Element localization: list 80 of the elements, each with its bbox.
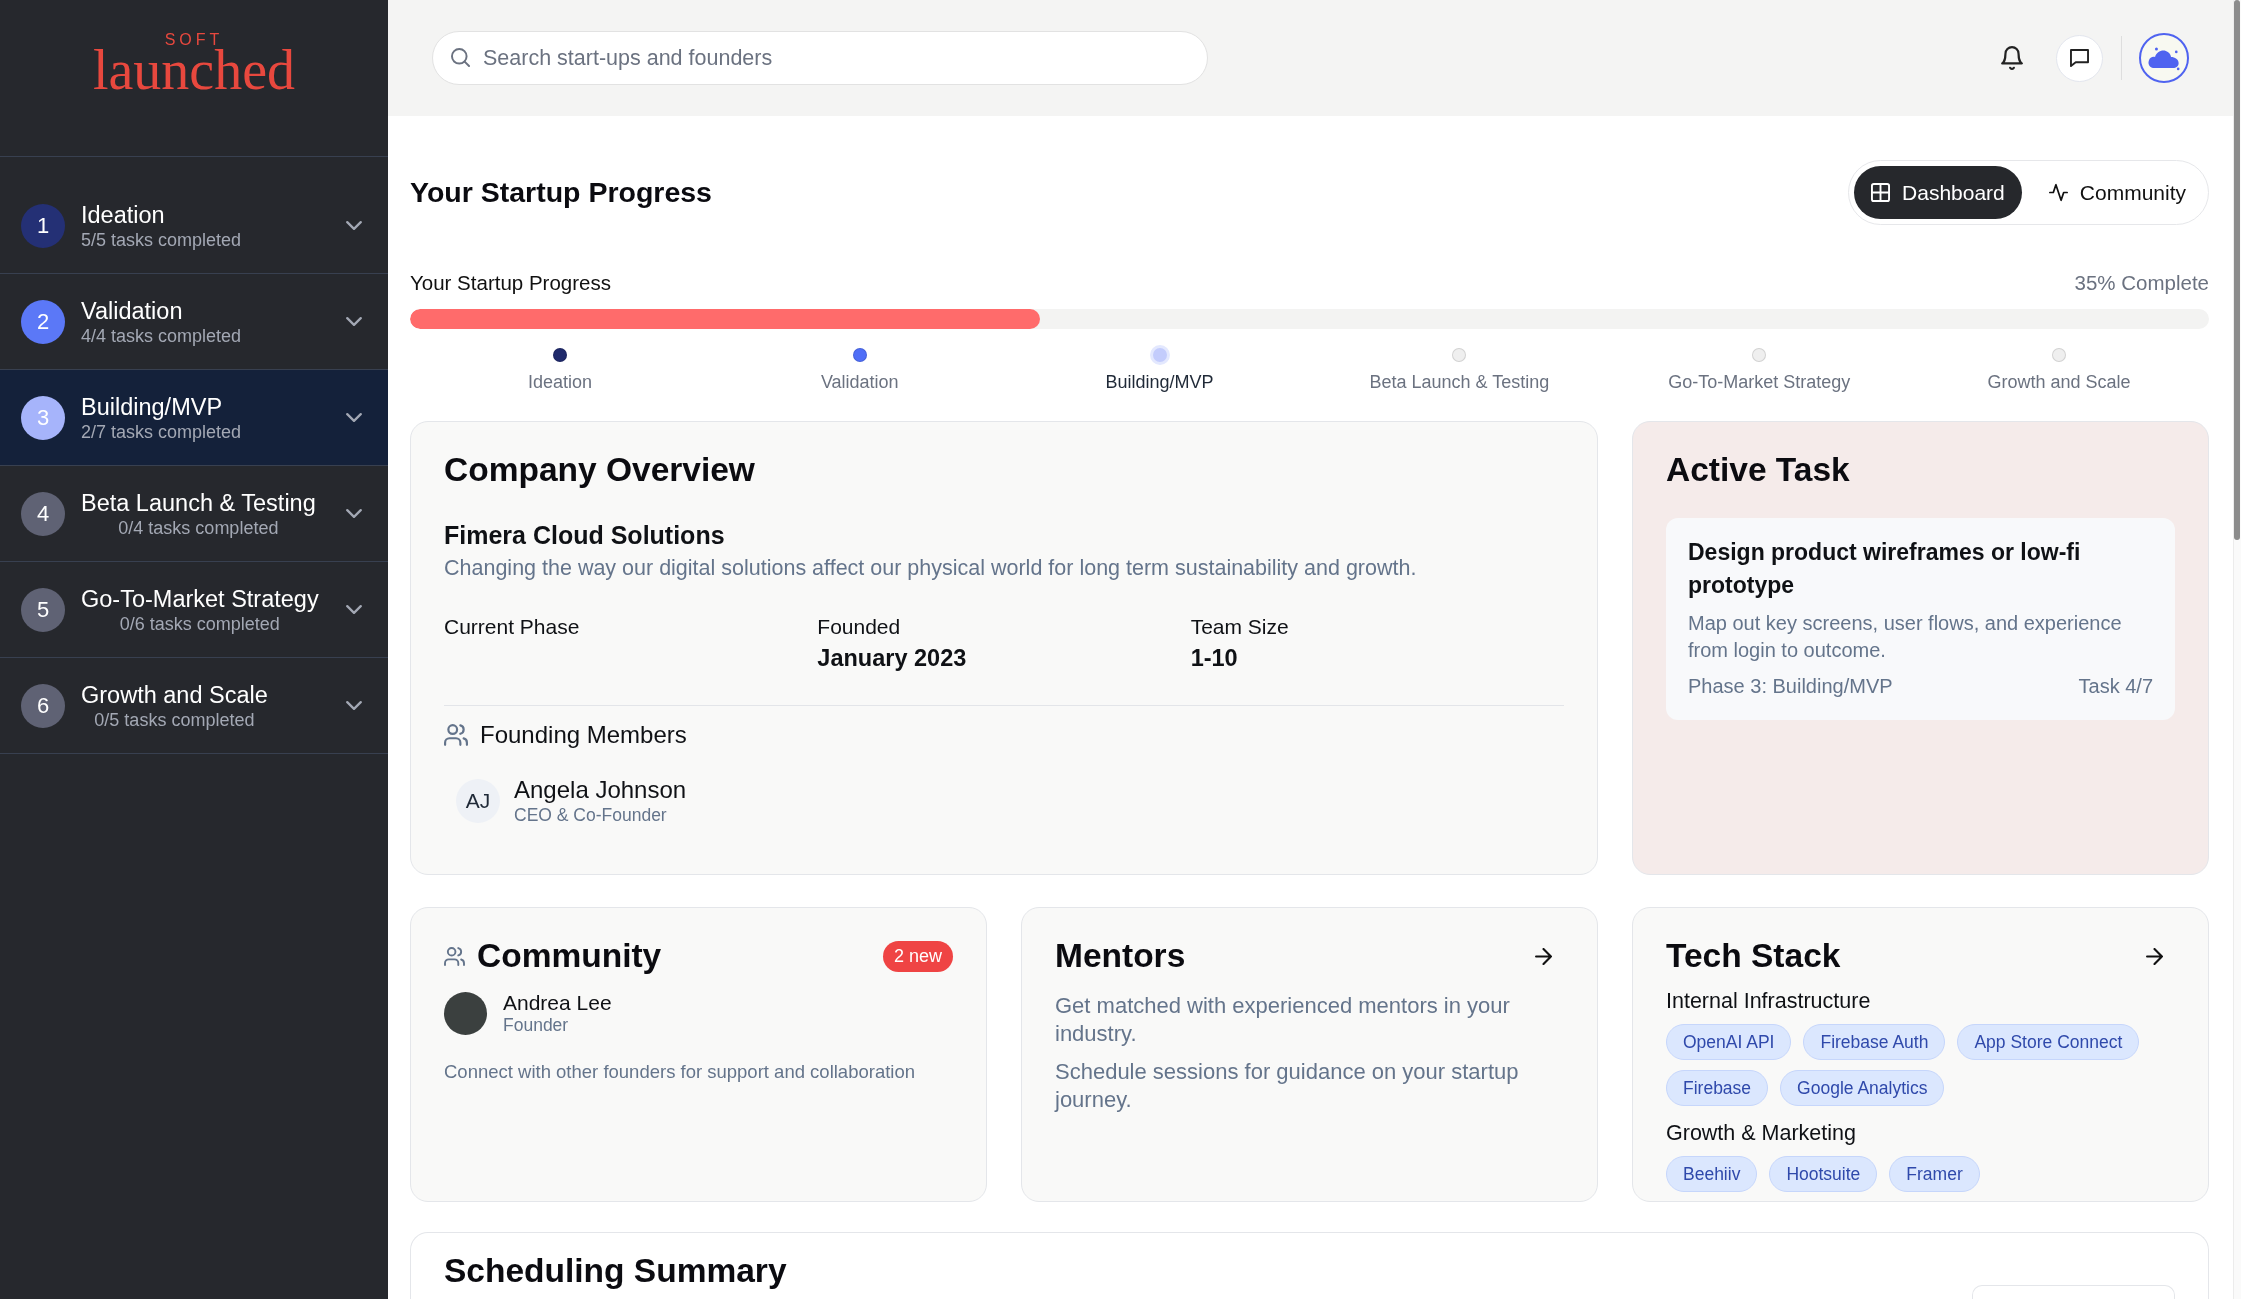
step-label: Building/MVP <box>1105 371 1214 393</box>
card-description: Get matched with experienced mentors in your industry. <box>1055 992 1511 1048</box>
tech-tag: Beehiiv <box>1666 1156 1758 1192</box>
tech-tag: Framer <box>1889 1156 1980 1192</box>
section-heading: Founding Members <box>480 720 687 749</box>
progress-label: Your Startup Progress <box>410 271 611 295</box>
card-title: Mentors <box>1055 936 1186 976</box>
task-position: Task 4/7 <box>2078 674 2153 698</box>
users-icon <box>444 946 465 966</box>
fact-label: Founded <box>817 614 902 640</box>
step-label: Go-To-Market Strategy <box>1668 371 1851 393</box>
search-icon <box>451 48 470 67</box>
chat-icon <box>2070 49 2089 67</box>
arrow-right-icon[interactable] <box>1535 947 1552 965</box>
group-heading: Growth & Marketing <box>1666 1120 1857 1146</box>
task-card[interactable]: Design product wireframes or low-fi prototype Map out key screens, user flows, and experience from login to outcome. Phase 3: Building/MVP Task 4/7 <box>1666 518 2175 720</box>
scrollbar-thumb[interactable] <box>2234 0 2240 540</box>
phase-number: 1 <box>21 203 65 248</box>
fact-label: Current Phase <box>444 614 581 640</box>
member-role: Founder <box>503 1015 570 1036</box>
member-role: CEO & Co-Founder <box>514 804 668 826</box>
initials-avatar: AJ <box>456 778 500 823</box>
messages-button[interactable] <box>2056 34 2103 82</box>
task-description: Map out key screens, user flows, and experience from login to outcome. <box>1688 611 2123 663</box>
phase-number: 3 <box>21 395 65 440</box>
card-title: Scheduling Summary <box>444 1251 787 1291</box>
tech-tag: OpenAI API <box>1666 1024 1792 1060</box>
chevron-down-icon[interactable] <box>346 509 362 518</box>
step-label: Ideation <box>527 371 592 393</box>
fact-label: Team Size <box>1190 614 1290 640</box>
group-heading: Internal Infrastructure <box>1666 988 1872 1014</box>
chevron-down-icon[interactable] <box>346 413 362 422</box>
logo-tagline: SOFT <box>164 32 224 48</box>
users-icon <box>444 723 468 746</box>
notification-badge: 2 new <box>882 940 953 972</box>
search-field[interactable]: Search start-ups and founders <box>432 31 1208 85</box>
step-label: Beta Launch & Testing <box>1369 371 1550 393</box>
member-name: Angela Johnson <box>514 775 687 804</box>
fact-value: 1-10 <box>1190 644 1239 673</box>
phase-number: 6 <box>21 683 65 728</box>
grid-icon <box>1871 183 1891 202</box>
view-tab[interactable]: Community <box>2031 166 2203 219</box>
tech-tag: Hootsuite <box>1769 1156 1878 1192</box>
cloud-logo-icon <box>2147 45 2181 71</box>
card-title: Active Task <box>1666 450 1851 490</box>
card-description: Connect with other founders for support and collaboration <box>444 1060 916 1084</box>
select-field[interactable] <box>1972 1285 2175 1299</box>
company-name: Fimera Cloud Solutions <box>444 520 726 550</box>
view-tab[interactable]: Dashboard <box>1854 166 2022 219</box>
step-label: Validation <box>820 371 899 393</box>
bell-icon[interactable] <box>2001 46 2023 70</box>
phase-number: 5 <box>21 587 65 632</box>
page-title: Your Startup Progress <box>410 176 712 209</box>
card-description: Schedule sessions for guidance on your startup journey. <box>1055 1058 1520 1114</box>
activity-icon <box>2048 183 2068 202</box>
step-label: Growth and Scale <box>1987 371 2131 393</box>
tech-tag: App Store Connect <box>1957 1024 2140 1060</box>
progress-reading: 35% Complete <box>2074 271 2209 295</box>
chevron-down-icon[interactable] <box>346 701 362 710</box>
logo-wordmark: launched <box>92 45 296 95</box>
company-description: Changing the way our digital solutions affect our physical world for long term sustainability and growth. <box>444 555 1418 582</box>
tech-tag: Firebase Auth <box>1803 1024 1946 1060</box>
phase-number: 2 <box>21 299 65 344</box>
profile-avatar[interactable] <box>2139 33 2189 83</box>
task-phase: Phase 3: Building/MVP <box>1688 674 1893 698</box>
card-title: Community <box>477 936 662 976</box>
phase-number: 4 <box>21 491 65 536</box>
card-title: Tech Stack <box>1666 936 1841 976</box>
phase-item[interactable]: 3 Building/MVP 2/7 tasks completed <box>0 370 388 466</box>
arrow-right-icon[interactable] <box>2146 947 2163 965</box>
task-title: Design product wireframes or low-fi prototype <box>1688 538 2082 600</box>
member-name: Andrea Lee <box>503 990 612 1015</box>
chevron-down-icon[interactable] <box>346 221 362 230</box>
avatar-placeholder <box>444 991 487 1035</box>
tech-tag: Google Analytics <box>1780 1070 1945 1106</box>
chevron-down-icon[interactable] <box>346 605 362 614</box>
tech-tag: Firebase <box>1666 1070 1769 1106</box>
fact-value: January 2023 <box>817 644 968 673</box>
chevron-down-icon[interactable] <box>346 317 362 326</box>
card-title: Company Overview <box>444 450 756 490</box>
